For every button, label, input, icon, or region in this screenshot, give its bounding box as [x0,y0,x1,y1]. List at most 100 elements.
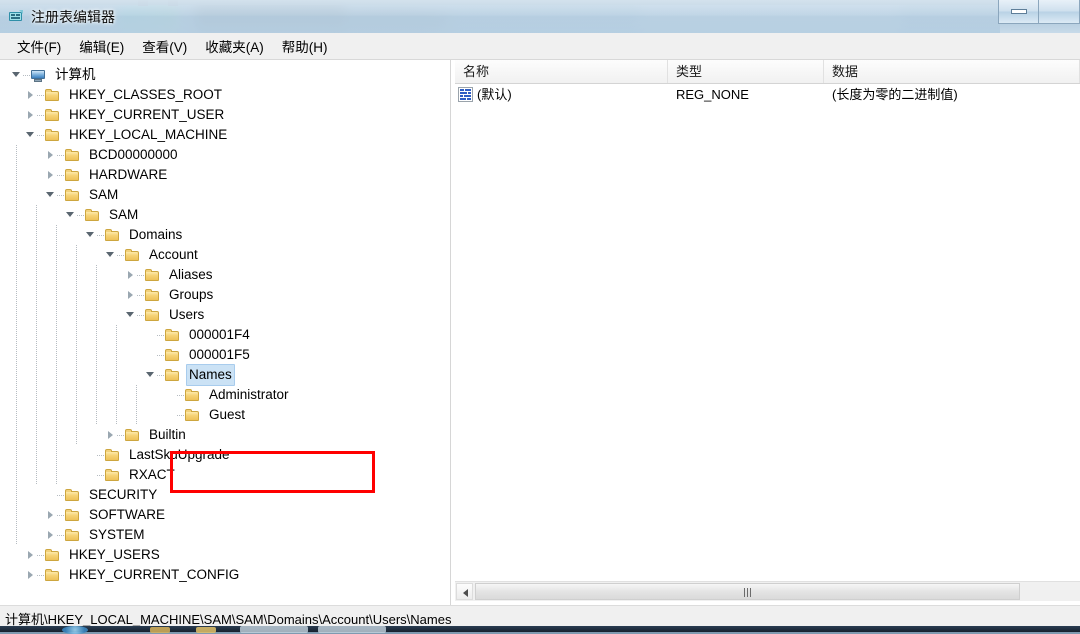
tree-guide-line [56,385,57,405]
tree-item[interactable]: Aliases [0,265,448,285]
value-list-rows: (默认)REG_NONE(长度为零的二进制值) [455,84,1080,106]
tree-item[interactable]: HKEY_CURRENT_CONFIG [0,565,448,585]
chevron-right-icon[interactable] [44,505,57,525]
tree-item[interactable]: SAM [0,185,448,205]
scroll-left-arrow-icon[interactable] [456,583,473,600]
chevron-right-icon[interactable] [24,85,37,105]
taskbar[interactable] [0,626,1080,632]
tree-item-label: 000001F4 [186,325,253,345]
tree-item[interactable]: SYSTEM [0,525,448,545]
taskbar-item[interactable] [196,627,216,633]
chevron-down-icon[interactable] [44,185,57,205]
tree-item-label: Domains [126,225,185,245]
chevron-down-icon[interactable] [84,225,97,245]
tree-guide-line [76,265,77,285]
column-header-name[interactable]: 名称 [455,60,668,83]
folder-icon [44,568,61,583]
folder-icon [64,528,81,543]
tree-guide-line [16,185,17,205]
menu-item-file[interactable]: 文件(F) [8,33,70,59]
tree-item[interactable]: SOFTWARE [0,505,448,525]
tree-item-label: Builtin [146,425,189,445]
menu-item-favorites[interactable]: 收藏夹(A) [196,33,273,59]
folder-icon [64,188,81,203]
tree-guide-line [96,265,97,285]
chevron-down-icon[interactable] [64,205,77,225]
tree-connector [157,355,164,356]
tree-item[interactable]: HKEY_USERS [0,545,448,565]
tree-item[interactable]: HARDWARE [0,165,448,185]
folder-icon [64,508,81,523]
tree-connector [157,335,164,336]
tree-item[interactable]: Groups [0,285,448,305]
tree-item[interactable]: 000001F4 [0,325,448,345]
tree-guide-line [16,145,17,165]
taskbar-item[interactable] [150,627,170,633]
tree-item[interactable]: 000001F5 [0,345,448,365]
folder-icon [164,348,181,363]
tree-item[interactable]: HKEY_CURRENT_USER [0,105,448,125]
tree-guide-line [116,345,117,365]
tree-guide-line [36,365,37,385]
chevron-down-icon[interactable] [104,245,117,265]
tree-item-label: HKEY_USERS [66,545,163,565]
chevron-right-icon[interactable] [24,105,37,125]
tree-item[interactable]: LastSkuUpgrade [0,445,448,465]
menu-item-help[interactable]: 帮助(H) [273,33,337,59]
chevron-right-icon[interactable] [104,425,117,445]
tree-item[interactable]: 计算机 [0,65,448,85]
tree-item[interactable]: SAM [0,205,448,225]
start-button[interactable] [62,626,88,634]
minimize-button[interactable] [998,0,1039,24]
tree-item[interactable]: Builtin [0,425,448,445]
tree-item[interactable]: BCD00000000 [0,145,448,165]
chevron-down-icon[interactable] [124,305,137,325]
tree-guide-line [76,425,77,445]
tree-item[interactable]: HKEY_CLASSES_ROOT [0,85,448,105]
chevron-right-icon[interactable] [44,165,57,185]
tree-item[interactable]: SECURITY [0,485,448,505]
tree-item[interactable]: RXACT [0,465,448,485]
tree-item-label: 000001F5 [186,345,253,365]
registry-tree-pane[interactable]: 计算机HKEY_CLASSES_ROOTHKEY_CURRENT_USERHKE… [0,60,448,605]
minimize-icon [1011,9,1027,14]
value-list-pane[interactable]: 名称类型数据 (默认)REG_NONE(长度为零的二进制值) [455,60,1080,605]
chevron-down-icon[interactable] [24,125,37,145]
tree-guide-line [36,265,37,285]
tree-guide-line [16,205,17,225]
tree-item[interactable]: Account [0,245,448,265]
folder-icon [64,168,81,183]
chevron-right-icon[interactable] [124,265,137,285]
chevron-right-icon[interactable] [24,545,37,565]
maximize-button[interactable] [1039,0,1080,24]
tree-guide-line [16,505,17,525]
tree-guide-line [136,385,137,405]
tree-connector [37,555,44,556]
chevron-right-icon[interactable] [44,525,57,545]
tree-connector [177,415,184,416]
tree-item[interactable]: Names [0,365,448,385]
column-header-data[interactable]: 数据 [824,60,1080,83]
chevron-right-icon[interactable] [44,145,57,165]
column-header-type[interactable]: 类型 [668,60,824,83]
title-bar[interactable]: 注册表编辑器 [0,0,1080,34]
horizontal-scrollbar[interactable] [455,581,1080,601]
chevron-down-icon[interactable] [10,65,23,85]
tree-guide-line [96,365,97,385]
menu-item-view[interactable]: 查看(V) [133,33,196,59]
tree-item-label: HARDWARE [86,165,170,185]
tree-item[interactable]: HKEY_LOCAL_MACHINE [0,125,448,145]
menu-item-edit[interactable]: 编辑(E) [70,33,133,59]
tree-item[interactable]: Guest [0,405,448,425]
scrollbar-thumb[interactable] [475,583,1020,600]
tree-item[interactable]: Administrator [0,385,448,405]
tree-guide-line [96,305,97,325]
folder-icon [144,288,161,303]
tree-item[interactable]: Domains [0,225,448,245]
chevron-down-icon[interactable] [144,365,157,385]
value-row[interactable]: (默认)REG_NONE(长度为零的二进制值) [455,84,1080,106]
tree-guide-line [96,325,97,345]
chevron-right-icon[interactable] [24,565,37,585]
chevron-right-icon[interactable] [124,285,137,305]
tree-item[interactable]: Users [0,305,448,325]
